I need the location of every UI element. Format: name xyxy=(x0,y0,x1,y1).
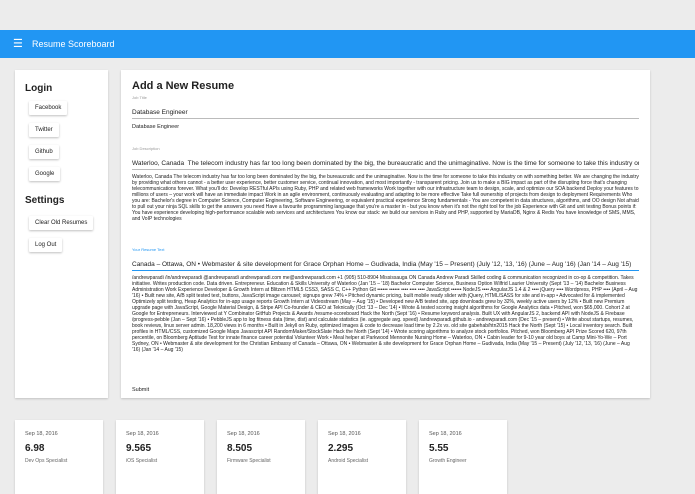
score-value: 9.565 xyxy=(126,443,152,454)
score-job-title: Growth Engineer xyxy=(429,458,467,464)
login-heading: Login xyxy=(25,83,53,94)
score-job-title: Android Specialist xyxy=(328,458,369,464)
resume-text-label: Your Resume Text xyxy=(132,247,165,252)
score-card[interactable]: Sep 18, 2016 5.55 Growth Engineer xyxy=(419,420,507,494)
score-card[interactable]: Sep 18, 2016 6.98 Dev Ops Specialist xyxy=(15,420,103,494)
score-date: Sep 18, 2016 xyxy=(429,431,462,437)
resume-text-preview: /andrewparadi /in/andrewparadi @andrewpa… xyxy=(132,275,638,353)
job-description-input[interactable] xyxy=(132,158,639,170)
job-description-label: Job Description xyxy=(132,146,160,151)
app-bar: ☰ Resume Scoreboard xyxy=(0,30,695,58)
score-card[interactable]: Sep 18, 2016 2.295 Android Specialist xyxy=(318,420,406,494)
log-out-button[interactable]: Log Out xyxy=(29,238,63,252)
github-login-button[interactable]: Github xyxy=(29,145,59,159)
clear-old-resumes-button[interactable]: Clear Old Resumes xyxy=(29,216,94,230)
score-value: 5.55 xyxy=(429,443,449,454)
add-resume-card: Add a New Resume Job Title Database Engi… xyxy=(121,70,650,398)
menu-icon[interactable]: ☰ xyxy=(13,38,25,50)
score-value: 2.295 xyxy=(328,443,354,454)
job-title-input[interactable] xyxy=(132,107,639,119)
sidebar-card: Login Facebook Twitter Github Google Set… xyxy=(15,70,108,398)
score-value: 8.505 xyxy=(227,443,253,454)
app-title: Resume Scoreboard xyxy=(32,39,115,49)
facebook-login-button[interactable]: Facebook xyxy=(29,101,68,115)
score-date: Sep 18, 2016 xyxy=(328,431,361,437)
twitter-login-button[interactable]: Twitter xyxy=(29,123,59,137)
settings-heading: Settings xyxy=(25,195,65,206)
google-login-button[interactable]: Google xyxy=(29,167,61,181)
score-date: Sep 18, 2016 xyxy=(126,431,159,437)
score-job-title: iOS Specialist xyxy=(126,458,158,464)
submit-button[interactable]: Submit xyxy=(132,387,149,393)
resume-text-input[interactable] xyxy=(132,259,639,271)
score-job-title: Dev Ops Specialist xyxy=(25,458,68,464)
job-title-label: Job Title xyxy=(132,95,147,100)
job-description-preview: Waterloo, Canada The telecom industry ha… xyxy=(132,174,639,222)
score-date: Sep 18, 2016 xyxy=(25,431,58,437)
score-date: Sep 18, 2016 xyxy=(227,431,260,437)
score-job-title: Firmware Specialist xyxy=(227,458,271,464)
score-card[interactable]: Sep 18, 2016 9.565 iOS Specialist xyxy=(116,420,204,494)
form-heading: Add a New Resume xyxy=(132,80,235,92)
job-title-preview: Database Engineer xyxy=(132,124,180,130)
score-value: 6.98 xyxy=(25,443,45,454)
score-card[interactable]: Sep 18, 2016 8.505 Firmware Specialist xyxy=(217,420,305,494)
